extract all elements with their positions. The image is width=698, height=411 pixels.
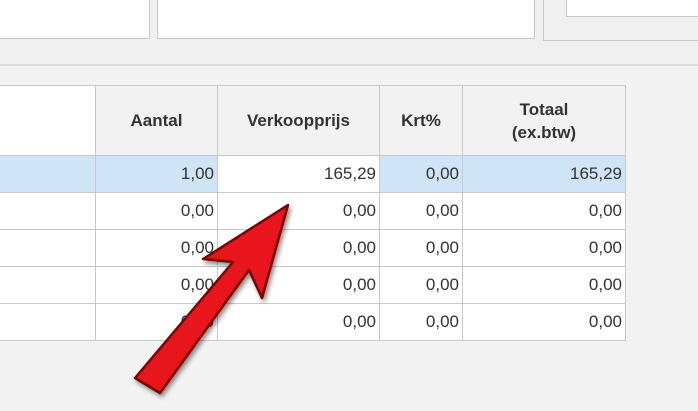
description-cell[interactable] [0,192,96,230]
order-lines-grid: Aantal Verkoopprijs Krt% Totaal (ex.btw) … [0,85,626,341]
table-row[interactable]: 0,00 0,00 0,00 0,00 [0,229,626,267]
description-cell[interactable] [0,266,96,304]
column-header-krt[interactable]: Krt% [379,85,463,156]
description-cell[interactable] [0,155,96,193]
top-left-panel [0,0,150,39]
krt-cell[interactable]: 0,00 [379,266,463,304]
description-cell[interactable] [0,303,96,341]
krt-cell[interactable]: 0,00 [379,229,463,267]
krt-cell[interactable]: 0,00 [379,303,463,341]
aantal-cell[interactable]: 0,00 [95,192,218,230]
description-cell[interactable] [0,229,96,267]
krt-cell[interactable]: 0,00 [379,155,463,193]
verkoopprijs-cell[interactable]: 0,00 [217,192,380,230]
totaal-cell[interactable]: 165,29 [462,155,626,193]
table-row[interactable]: 0,00 0,00 0,00 0,00 [0,303,626,341]
aantal-cell[interactable]: 0,00 [95,303,218,341]
krt-cell[interactable]: 0,00 [379,192,463,230]
verkoopprijs-cell[interactable]: 0,00 [217,266,380,304]
column-header-aantal[interactable]: Aantal [95,85,218,156]
verkoopprijs-cell[interactable]: 0,00 [217,229,380,267]
totaal-cell[interactable]: 0,00 [462,192,626,230]
aantal-cell[interactable]: 1,00 [95,155,218,193]
table-row[interactable]: 0,00 0,00 0,00 0,00 [0,192,626,230]
verkoopprijs-cell[interactable]: 165,29 [217,155,380,193]
table-row[interactable]: 0,00 0,00 0,00 0,00 [0,266,626,304]
top-right-field[interactable] [566,0,698,17]
totaal-cell[interactable]: 0,00 [462,303,626,341]
verkoopprijs-cell[interactable]: 0,00 [217,303,380,341]
top-text-area[interactable] [157,0,535,39]
totaal-cell[interactable]: 0,00 [462,266,626,304]
totaal-cell[interactable]: 0,00 [462,229,626,267]
aantal-cell[interactable]: 0,00 [95,266,218,304]
column-header-verkoopprijs[interactable]: Verkoopprijs [217,85,380,156]
column-header-description[interactable] [0,85,96,156]
panel-divider [0,64,698,66]
column-header-totaal[interactable]: Totaal (ex.btw) [462,85,626,156]
aantal-cell[interactable]: 0,00 [95,229,218,267]
grid-header-row: Aantal Verkoopprijs Krt% Totaal (ex.btw) [0,85,626,156]
table-row[interactable]: 1,00 165,29 0,00 165,29 [0,155,626,193]
